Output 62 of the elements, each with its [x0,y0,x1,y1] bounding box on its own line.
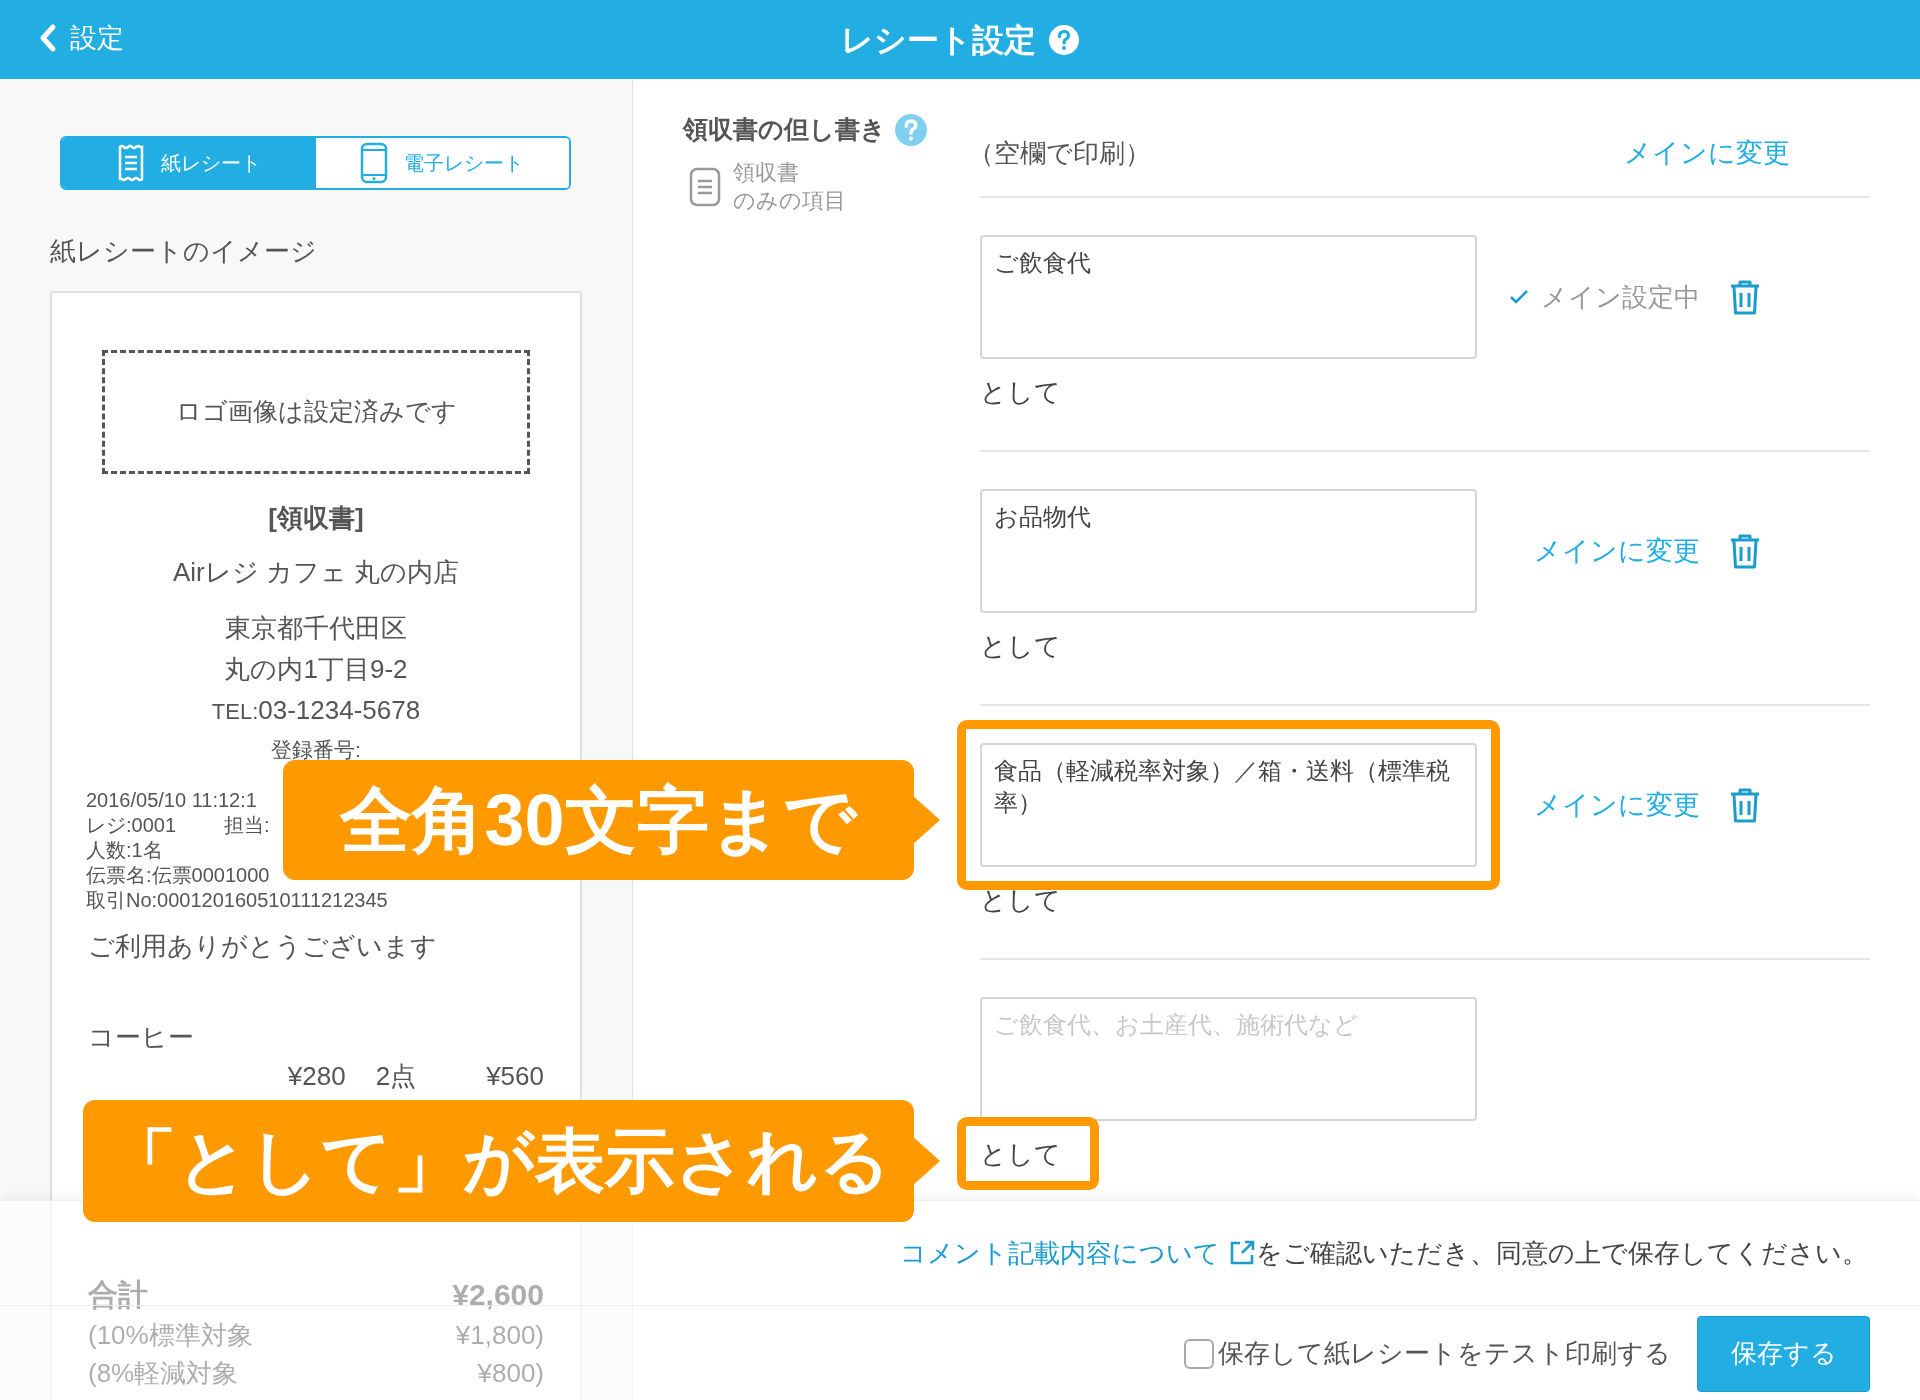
set-main-link[interactable]: メインに変更 [1534,530,1700,572]
help-icon[interactable] [1047,23,1080,56]
item-amount: ¥560 [486,1060,544,1093]
total-amount: ¥1,800) [455,1319,544,1352]
store-name: Airレジ カフェ 丸の内店 [172,556,460,589]
proviso-input[interactable]: ご飲食代 [980,235,1477,359]
address-line: 東京都千代田区 [225,612,407,645]
logo-placeholder-text: ロゴ画像は設定済みです [175,396,457,428]
test-print-label: 保存して紙レシートをテスト印刷する [1218,1337,1671,1370]
registration-label: 登録番号: [271,737,361,763]
print-blank-option: （空欄で印刷） [968,134,1151,173]
main-status-label: メイン設定中 [1541,280,1700,314]
item-name: コーヒー [88,1021,195,1054]
callout-pointer [912,1136,942,1186]
section-note: 領収書 のみの項目 [733,158,846,215]
back-chevron-icon [38,23,58,54]
callout: 全角30文字まで [283,760,914,880]
receipt-icon [116,144,145,182]
suffix-label: として [980,377,1061,407]
set-main-link[interactable]: メインに変更 [1534,784,1700,826]
proviso-input[interactable]: お品物代 [980,489,1477,613]
receipt-heading: [領収書] [268,502,364,535]
callout: 「として」が表示される [83,1100,914,1222]
suffix-label: として [980,1139,1061,1169]
receipt-type-tab[interactable]: 紙レシート [62,138,316,188]
phone-icon [360,142,389,184]
address-line: 丸の内1丁目9-2 [224,653,408,686]
section-title: 領収書の但し書き [683,114,886,145]
detail-text: 担当: [224,813,270,838]
detail-text: レジ:0001 [86,813,177,838]
detail-text: 人数:1名 [86,838,163,863]
external-link-icon [1228,1239,1256,1267]
help-icon[interactable] [894,112,928,147]
tel-label: TEL: [211,698,259,726]
test-print-checkbox[interactable] [1184,1338,1214,1369]
total-amount: ¥2,600 [452,1277,544,1313]
phone-number: 03-1234-5678 [258,694,421,727]
quantity: 2点 [375,1060,417,1093]
receipt-type-tab[interactable]: 電子レシート [315,138,569,188]
unit-price: ¥280 [287,1060,346,1093]
trash-icon[interactable] [1728,786,1762,824]
proviso-input[interactable]: 食品（軽減税率対象）／箱・送料（標準税率） [980,743,1477,867]
total-label: (10%標準対象 [88,1319,253,1352]
back-button[interactable]: 設定 [38,18,124,59]
notice-link[interactable]: コメント記載内容について [900,1233,1256,1273]
preview-title: 紙レシートのイメージ [50,235,318,268]
trash-icon[interactable] [1728,278,1762,316]
total-label: (8%軽減対象 [88,1357,239,1390]
detail-text: 取引No:000120160510111212345 [86,888,388,913]
detail-text: 伝票名:伝票0001000 [86,863,270,888]
thanks-message: ご利用ありがとうございます [88,930,438,963]
consent-notice: コメント記載内容について をご確認いただき、同意の上で保存してください。 [900,1233,1868,1273]
total-amount: ¥800) [477,1357,544,1390]
suffix-label: として [980,885,1061,915]
document-icon [689,166,721,207]
trash-icon[interactable] [1728,532,1762,570]
save-button[interactable]: 保存する [1697,1315,1870,1392]
page-title: レシート設定 [840,20,1036,60]
callout-pointer [912,795,942,845]
suffix-label: として [980,631,1061,661]
set-main-link[interactable]: メインに変更 [1624,133,1790,174]
detail-text: 2016/05/10 11:12:1 [86,788,257,813]
